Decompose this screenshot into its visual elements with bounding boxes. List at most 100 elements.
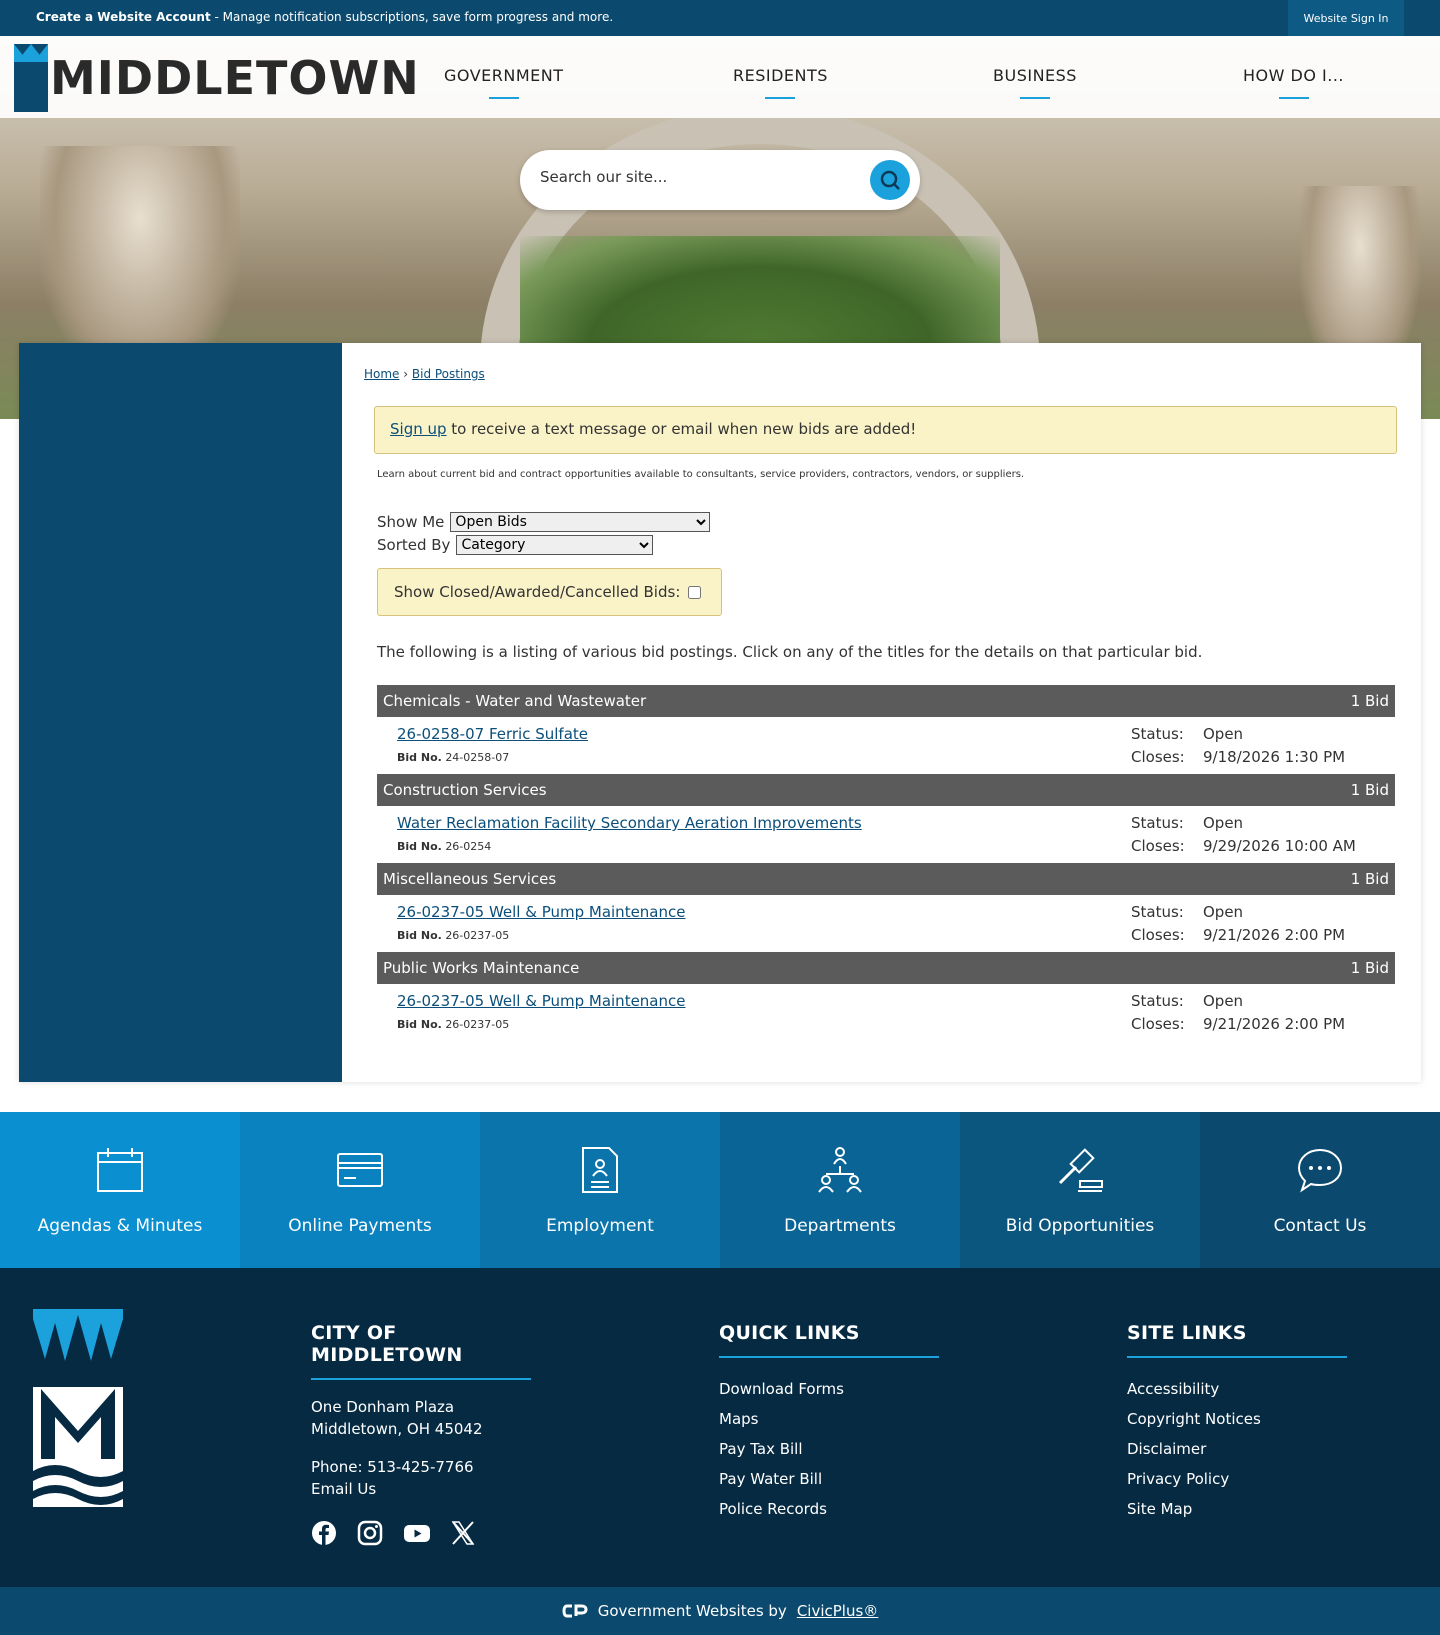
create-account-link[interactable]: Create a Website Account [36, 10, 211, 24]
site-footer: CITY OF MIDDLETOWN One Donham Plaza Midd… [0, 1268, 1440, 1587]
category-header: Chemicals - Water and Wastewater 1 Bid [377, 685, 1395, 717]
nav-how-do-i[interactable]: HOW DO I... [1243, 66, 1344, 85]
breadcrumb-bid-postings[interactable]: Bid Postings [412, 367, 485, 381]
listing-intro: The following is a listing of various bi… [377, 643, 1203, 661]
bid-number: Bid No. 26-0237-05 [397, 929, 510, 942]
bid-title-link[interactable]: Water Reclamation Facility Secondary Aer… [397, 814, 862, 832]
footer-link[interactable]: Pay Water Bill [719, 1464, 939, 1494]
closed-bids-filter: Show Closed/Awarded/Cancelled Bids: [377, 568, 722, 616]
credit-card-icon [337, 1153, 383, 1187]
closed-bids-checkbox[interactable] [688, 585, 702, 599]
tile-label: Employment [546, 1216, 654, 1236]
sorted-by-row: Sorted By Category [377, 535, 654, 555]
category-name: Construction Services [383, 781, 547, 799]
tile-agendas-minutes[interactable]: Agendas & Minutes [0, 1112, 240, 1268]
closes-value: 9/29/2026 10:00 AM [1203, 837, 1356, 855]
facebook-icon[interactable] [311, 1520, 337, 1546]
tile-contact-us[interactable]: Contact Us [1200, 1112, 1440, 1268]
closes-value: 9/21/2026 2:00 PM [1203, 926, 1346, 944]
bid-row: 26-0237-05 Well & Pump Maintenance Bid N… [377, 984, 1395, 1040]
signup-text: to receive a text message or email when … [446, 420, 917, 438]
bid-title-link[interactable]: 26-0237-05 Well & Pump Maintenance [397, 992, 685, 1010]
middletown-m-icon [33, 1309, 123, 1505]
bottom-bar-text: Government Websites by [597, 1602, 787, 1620]
footer-link[interactable]: Pay Tax Bill [719, 1434, 939, 1464]
category-name: Miscellaneous Services [383, 870, 557, 888]
nav-residents[interactable]: RESIDENTS [733, 66, 828, 85]
sorted-by-select[interactable]: Category [456, 535, 654, 555]
tile-label: Departments [784, 1216, 896, 1236]
x-icon[interactable] [451, 1520, 475, 1546]
civicplus-link[interactable]: CivicPlus® [797, 1602, 878, 1620]
bid-row: 26-0258-07 Ferric Sulfate Bid No. 24-025… [377, 717, 1395, 773]
breadcrumb-home[interactable]: Home [364, 367, 399, 381]
category-name: Public Works Maintenance [383, 959, 580, 977]
status-label: Status: [1131, 903, 1184, 921]
top-bar: Create a Website Account - Manage notifi… [0, 0, 1440, 36]
show-me-select[interactable]: Open Bids [450, 512, 711, 532]
status-value: Open [1203, 992, 1244, 1010]
category-header: Construction Services 1 Bid [377, 774, 1395, 806]
footer-link[interactable]: Police Records [719, 1494, 939, 1524]
tile-bid-opportunities[interactable]: Bid Opportunities [960, 1112, 1200, 1268]
tile-label: Online Payments [288, 1216, 432, 1236]
status-value: Open [1203, 903, 1244, 921]
account-message: Create a Website Account - Manage notifi… [36, 10, 613, 24]
bid-row: Water Reclamation Facility Secondary Aer… [377, 806, 1395, 862]
youtube-icon[interactable] [403, 1520, 431, 1546]
footer-link[interactable]: Disclaimer [1127, 1434, 1347, 1464]
bid-postings-content: Home › Bid Postings Sign up to receive a… [342, 343, 1421, 1082]
logo-icon [14, 44, 48, 112]
site-header: MIDDLETOWN GOVERNMENT RESIDENTS BUSINESS… [0, 36, 1440, 118]
bid-number: Bid No. 26-0254 [397, 840, 492, 853]
footer-link[interactable]: Accessibility [1127, 1374, 1347, 1404]
bottom-bar: Government Websites by CivicPlus® [0, 1587, 1440, 1635]
closes-value: 9/21/2026 2:00 PM [1203, 1015, 1346, 1033]
bid-title-link[interactable]: 26-0258-07 Ferric Sulfate [397, 725, 588, 743]
footer-link[interactable]: Download Forms [719, 1374, 939, 1404]
bid-number: Bid No. 26-0237-05 [397, 1018, 510, 1031]
tile-departments[interactable]: Departments [720, 1112, 960, 1268]
closes-value: 9/18/2026 1:30 PM [1203, 748, 1346, 766]
category-count: 1 Bid [1350, 959, 1389, 977]
social-links [311, 1520, 475, 1546]
tile-online-payments[interactable]: Online Payments [240, 1112, 480, 1268]
closes-label: Closes: [1131, 748, 1185, 766]
sign-in-button[interactable]: Website Sign In [1288, 0, 1404, 36]
footer-quick-links-column: QUICK LINKS Download Forms Maps Pay Tax … [719, 1322, 939, 1524]
status-label: Status: [1131, 992, 1184, 1010]
bid-title-link[interactable]: 26-0237-05 Well & Pump Maintenance [397, 903, 685, 921]
nav-government[interactable]: GOVERNMENT [444, 66, 564, 85]
category-name: Chemicals - Water and Wastewater [383, 692, 647, 710]
show-me-row: Show Me Open Bids [377, 512, 711, 532]
signup-alert: Sign up to receive a text message or ema… [374, 406, 1397, 454]
footer-link[interactable]: Copyright Notices [1127, 1404, 1347, 1434]
footer-link[interactable]: Maps [719, 1404, 939, 1434]
footer-phone[interactable]: Phone: 513-425-7766 [311, 1456, 531, 1478]
site-logo[interactable]: MIDDLETOWN [14, 44, 420, 112]
signup-link[interactable]: Sign up [390, 420, 447, 438]
tile-employment[interactable]: Employment [480, 1112, 720, 1268]
footer-city-title: CITY OF MIDDLETOWN [311, 1322, 531, 1380]
category-count: 1 Bid [1350, 692, 1389, 710]
nav-business[interactable]: BUSINESS [993, 66, 1077, 85]
civicplus-icon [562, 1604, 588, 1618]
closes-label: Closes: [1131, 1015, 1185, 1033]
breadcrumb: Home › Bid Postings [364, 367, 485, 381]
footer-link[interactable]: Privacy Policy [1127, 1464, 1347, 1494]
show-me-label: Show Me [377, 513, 445, 531]
footer-logo[interactable] [33, 1309, 123, 1507]
footer-email-link[interactable]: Email Us [311, 1478, 531, 1500]
bid-number: Bid No. 24-0258-07 [397, 751, 510, 764]
quick-tiles: Agendas & Minutes Online Payments Employ… [0, 1112, 1440, 1268]
main-card: Home › Bid Postings Sign up to receive a… [19, 343, 1421, 1082]
category-header: Public Works Maintenance 1 Bid [377, 952, 1395, 984]
search-icon [880, 170, 900, 190]
search-input[interactable] [540, 168, 860, 186]
instagram-icon[interactable] [357, 1520, 383, 1546]
search-button[interactable] [870, 160, 910, 200]
footer-link[interactable]: Site Map [1127, 1494, 1347, 1524]
gavel-icon [1058, 1148, 1103, 1192]
status-value: Open [1203, 725, 1244, 743]
footer-address: One Donham Plaza Middletown, OH 45042 [311, 1398, 483, 1438]
